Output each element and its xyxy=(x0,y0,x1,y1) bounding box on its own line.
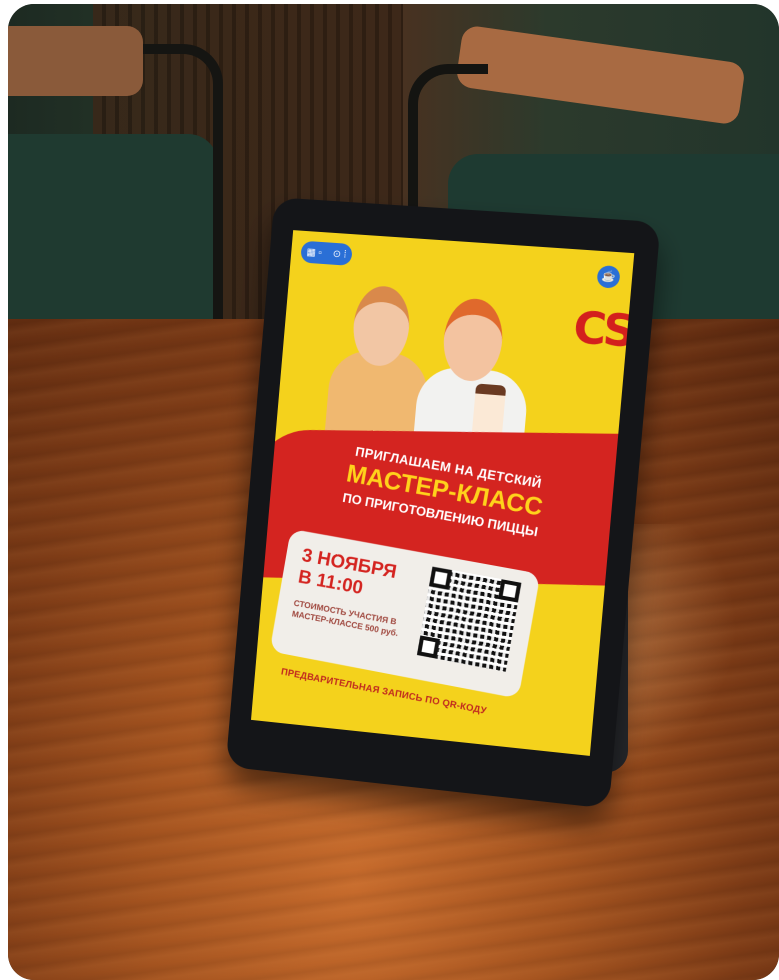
tablet-screen: ▦ ▫ ⊙ ⁞ ☕ CS ПРИГЛАШАЕМ НА ДЕТСКИЙ МАСТЕ… xyxy=(251,230,635,756)
brand-logo: CS xyxy=(571,301,634,358)
qr-code[interactable] xyxy=(416,566,522,672)
photo-frame: ▦ ▫ ⊙ ⁞ ☕ CS ПРИГЛАШАЕМ НА ДЕТСКИЙ МАСТЕ… xyxy=(8,4,779,980)
tablet-device: ▦ ▫ ⊙ ⁞ ☕ CS ПРИГЛАШАЕМ НА ДЕТСКИЙ МАСТЕ… xyxy=(225,197,661,809)
qr-corner xyxy=(498,579,522,603)
left-chair-frame xyxy=(143,44,223,354)
left-chair-armrest xyxy=(8,26,143,96)
status-icon-right: ⊙ ⁞ xyxy=(332,248,347,261)
status-icon-left: ▦ ▫ xyxy=(306,246,323,259)
qr-corner xyxy=(416,635,440,659)
event-date: 3 НОЯБРЯ В 11:00 xyxy=(296,545,399,605)
cup-icon: ☕ xyxy=(596,264,621,289)
qr-corner xyxy=(429,566,453,590)
